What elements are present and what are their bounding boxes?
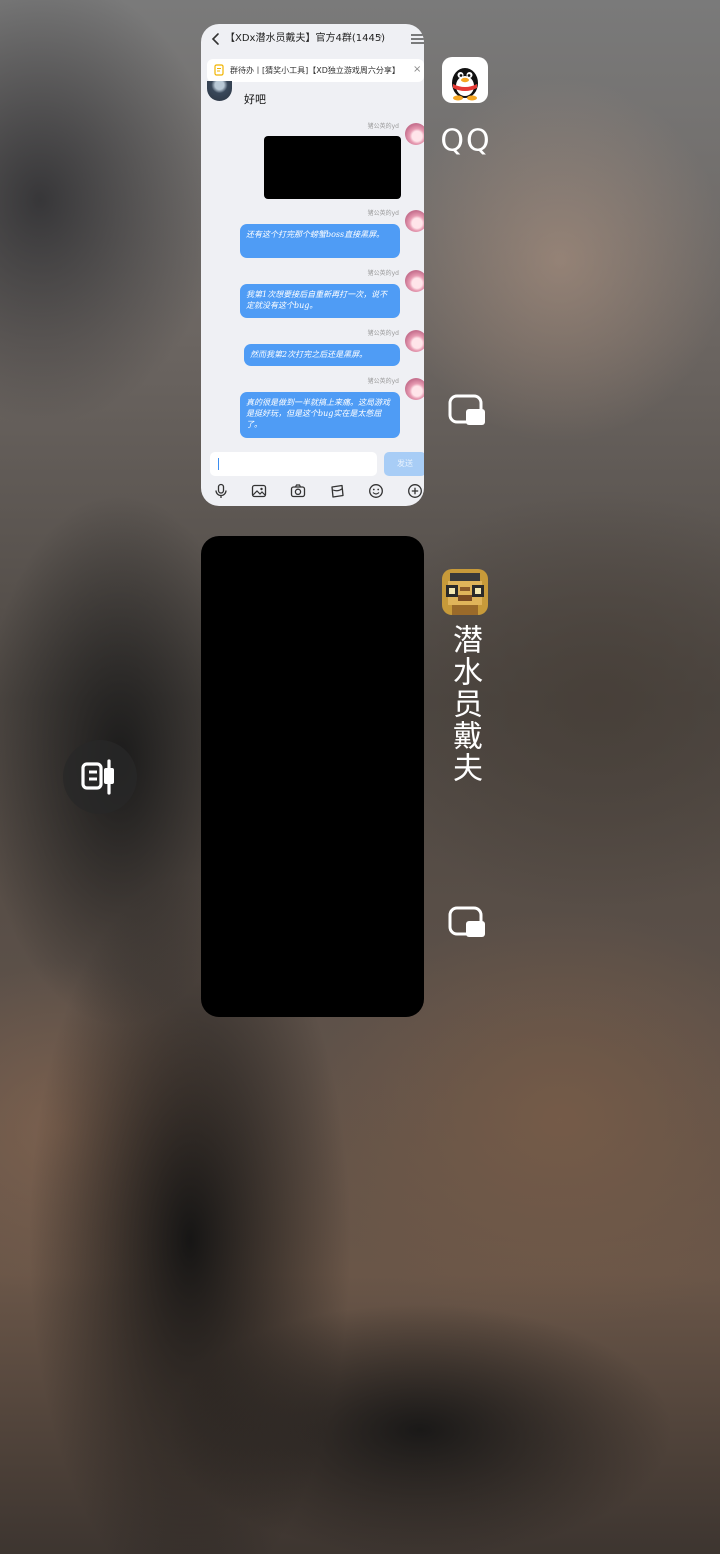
mic-icon[interactable]: [213, 483, 229, 499]
close-icon[interactable]: ×: [413, 63, 421, 77]
dave-pixel-icon[interactable]: [442, 569, 488, 615]
sender-name: 猪公英的yd: [367, 123, 399, 130]
message-bubble[interactable]: 还有这个打完那个螃蟹boss直接黑屏。: [240, 224, 400, 258]
plus-icon[interactable]: [407, 483, 423, 499]
chat-header: 【XDx潜水员戴夫】官方4群(1445) ?: [201, 24, 424, 54]
message-bubble[interactable]: 我第1次想要接后自重新再打一次，说不定就没有这个bug。: [240, 284, 400, 318]
group-todo-bar[interactable]: 群待办丨[猜奖小工具]【XD独立游戏周六分享】 ×: [207, 59, 424, 82]
todo-icon: [214, 64, 224, 76]
message-input[interactable]: [210, 452, 377, 476]
avatar[interactable]: [207, 81, 232, 101]
app-label-qq: QQ: [440, 116, 491, 167]
app-label-dave: 潜水员戴夫: [447, 624, 482, 784]
redacted-image[interactable]: [264, 136, 401, 199]
app-label-text: QQ: [440, 123, 492, 159]
avatar[interactable]: [405, 123, 424, 145]
floating-window-icon[interactable]: [448, 394, 486, 426]
qq-penguin-icon[interactable]: [442, 57, 488, 103]
emoji-icon[interactable]: [368, 483, 384, 499]
back-icon[interactable]: [209, 32, 223, 46]
help-icon[interactable]: ?: [378, 32, 382, 46]
camera-icon[interactable]: [290, 483, 306, 499]
floating-window-icon[interactable]: [448, 906, 486, 938]
dave-recent-card[interactable]: [201, 536, 424, 1017]
avatar[interactable]: [405, 330, 424, 352]
qq-recent-card[interactable]: 【XDx潜水员戴夫】官方4群(1445) ? 群待办丨[猜奖小工具]【XD独立游…: [201, 24, 424, 506]
avatar[interactable]: [405, 378, 424, 400]
avatar[interactable]: [405, 210, 424, 232]
send-button[interactable]: 发送: [384, 452, 424, 476]
avatar[interactable]: [405, 270, 424, 292]
chat-title: 【XDx潜水员戴夫】官方4群(1445): [225, 33, 386, 44]
split-screen-icon: [81, 759, 114, 795]
message-text: 好吧: [244, 93, 266, 106]
red-packet-icon[interactable]: [329, 483, 345, 499]
sender-name: 猪公英的yd: [367, 210, 399, 217]
message-bubble[interactable]: 真的很是做到一半就搞上来痛。这局游戏是挺好玩，但是这个bug实在是太憋屈了。: [240, 392, 400, 438]
text-cursor: [218, 458, 219, 470]
sender-name: 猪公英的yd: [367, 270, 399, 277]
image-icon[interactable]: [251, 483, 267, 499]
menu-icon[interactable]: [411, 34, 424, 44]
message-bubble[interactable]: 然而我第2次打完之后还是黑屏。: [244, 344, 400, 366]
todo-text: 群待办丨[猜奖小工具]【XD独立游戏周六分享】: [230, 66, 400, 75]
sender-name: 猪公英的yd: [367, 378, 399, 385]
split-screen-button[interactable]: [63, 740, 137, 814]
sender-name: 猪公英的yd: [367, 330, 399, 337]
